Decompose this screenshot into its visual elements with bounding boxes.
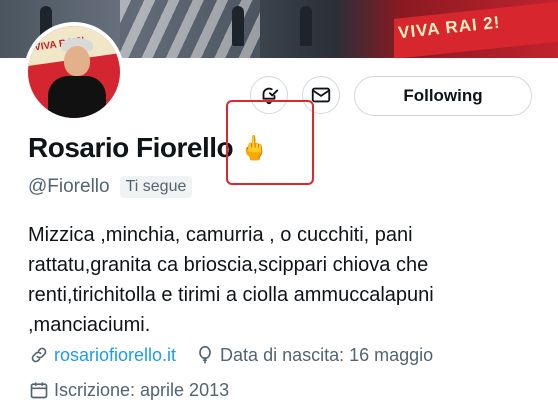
link-icon [28, 344, 50, 366]
joined-text: Iscrizione: aprile 2013 [54, 379, 230, 400]
following-button[interactable]: Following [354, 76, 532, 116]
balloon-icon [194, 344, 216, 366]
calendar-icon [28, 379, 50, 401]
profile-joined-row: Iscrizione: aprile 2013 [28, 379, 229, 401]
profile-meta-row: rosariofiorello.it Data di nascita: 16 m… [28, 344, 433, 366]
avatar-face [64, 46, 90, 76]
follows-you-badge: Ti segue [119, 176, 193, 198]
banner-figure [232, 6, 244, 46]
profile-handle-row: @Fiorello Ti segue [28, 176, 193, 198]
annotation-highlight-box [226, 100, 314, 185]
website-link[interactable]: rosariofiorello.it [54, 345, 176, 366]
avatar-body [48, 76, 106, 118]
profile-name: Rosario Fiorello [28, 132, 234, 163]
birthday-text: Data di nascita: 16 maggio [220, 344, 434, 365]
profile-bio: Mizzica ,minchia, camurria , o cucchiti,… [28, 224, 434, 336]
avatar[interactable]: VIVA RAI2! [24, 22, 124, 122]
banner-figure [300, 6, 312, 46]
profile-handle: @Fiorello [28, 176, 110, 197]
